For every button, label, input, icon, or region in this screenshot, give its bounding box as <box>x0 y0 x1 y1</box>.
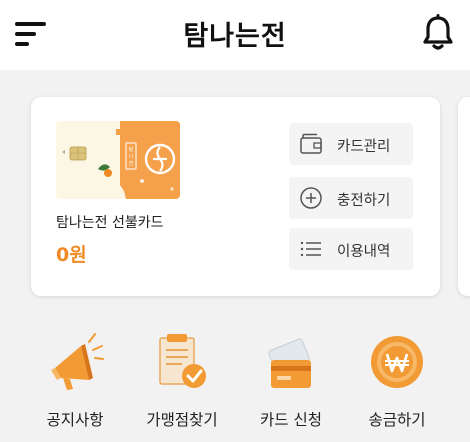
store-search-button[interactable]: 가맹점찾기 <box>127 326 237 436</box>
svg-text:나: 나 <box>129 153 134 160</box>
plus-circle-icon <box>299 187 323 209</box>
bell-icon[interactable] <box>420 14 456 54</box>
svg-text:탐: 탐 <box>129 146 134 153</box>
charge-label: 충전하기 <box>337 193 391 209</box>
megaphone-icon <box>45 332 105 396</box>
notice-button[interactable]: 공지사항 <box>20 326 130 436</box>
card-manage-button[interactable]: 카드관리 <box>289 123 413 165</box>
usage-history-label: 이용내역 <box>337 244 391 260</box>
charge-button[interactable]: 충전하기 <box>289 177 413 219</box>
usage-history-button[interactable]: 이용내역 <box>289 228 413 270</box>
remittance-button[interactable]: 송금하기 <box>342 326 452 436</box>
card-name: 탐나는전 선불카드 <box>56 215 164 231</box>
card-apply-icon <box>261 332 321 396</box>
card-apply-button[interactable]: 카드 신청 <box>236 326 346 436</box>
list-icon <box>299 238 323 260</box>
card-balance: 0원 <box>56 244 87 266</box>
page-title: 탐나는전 <box>183 21 287 52</box>
won-coin-icon <box>367 332 427 396</box>
next-card-panel[interactable] <box>458 97 470 296</box>
app-header: 탐나는전 <box>0 0 470 70</box>
card-panel: 탐 나 전 탐나는전 선불카드 0원 카드관리 충전하기 이용내역 <box>31 97 440 296</box>
card-manage-label: 카드관리 <box>337 139 391 155</box>
store-search-icon <box>152 332 212 396</box>
store-search-label: 가맹점찾기 <box>146 411 218 429</box>
prepaid-card-image[interactable]: 탐 나 전 <box>56 121 180 199</box>
wallet-icon <box>299 133 323 155</box>
svg-text:전: 전 <box>129 160 134 167</box>
card-apply-label: 카드 신청 <box>260 411 322 429</box>
notice-label: 공지사항 <box>46 411 104 429</box>
remittance-label: 송금하기 <box>368 411 426 429</box>
